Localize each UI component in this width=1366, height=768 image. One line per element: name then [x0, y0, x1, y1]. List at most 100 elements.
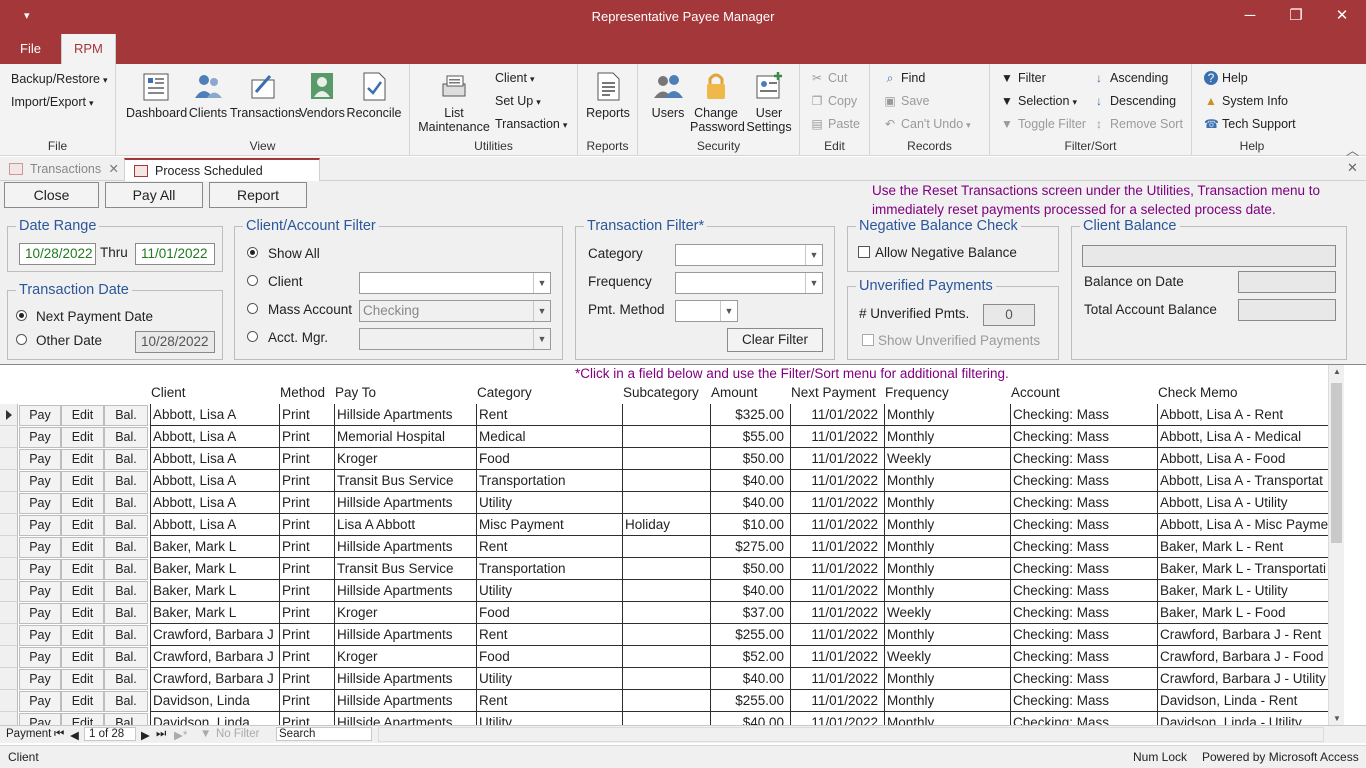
chevron-down-icon[interactable]: ▼ [805, 245, 822, 265]
cell-pay-to[interactable]: Kroger [334, 602, 476, 624]
cell-method[interactable]: Print [279, 580, 334, 602]
cell-subcategory[interactable] [622, 712, 710, 725]
filter-button[interactable]: ▼ Filter [1000, 71, 1046, 85]
cell-next-payment[interactable]: 11/01/2022 [790, 624, 884, 646]
cell-next-payment[interactable]: 11/01/2022 [790, 404, 884, 426]
cell-pay-to[interactable]: Hillside Apartments [334, 668, 476, 690]
edit-row-button[interactable]: Edit [61, 471, 104, 492]
record-selector[interactable] [0, 492, 18, 514]
cell-pay-to[interactable]: Hillside Apartments [334, 580, 476, 602]
bal-row-button[interactable]: Bal. [104, 559, 148, 580]
cell-client[interactable]: Crawford, Barbara J [150, 624, 279, 646]
cell-account[interactable]: Checking: Mass [1010, 404, 1157, 426]
edit-row-button[interactable]: Edit [61, 515, 104, 536]
column-header-pay-to[interactable]: Pay To [335, 385, 376, 400]
cell-pay-to[interactable]: Lisa A Abbott [334, 514, 476, 536]
cell-method[interactable]: Print [279, 514, 334, 536]
edit-row-button[interactable]: Edit [61, 713, 104, 725]
cell-subcategory[interactable] [622, 470, 710, 492]
cell-account[interactable]: Checking: Mass [1010, 646, 1157, 668]
record-selector[interactable] [0, 514, 18, 536]
frequency-combo[interactable]: ▼ [675, 272, 823, 294]
column-header-category[interactable]: Category [477, 385, 532, 400]
cell-frequency[interactable]: Monthly [884, 492, 1010, 514]
tab-rpm[interactable]: RPM [61, 34, 116, 64]
cell-frequency[interactable]: Monthly [884, 558, 1010, 580]
cell-amount[interactable]: $50.00 [710, 448, 790, 470]
edit-row-button[interactable]: Edit [61, 691, 104, 712]
cell-account[interactable]: Checking: Mass [1010, 492, 1157, 514]
cell-frequency[interactable]: Weekly [884, 646, 1010, 668]
cell-amount[interactable]: $255.00 [710, 624, 790, 646]
cell-client[interactable]: Baker, Mark L [150, 558, 279, 580]
pay-row-button[interactable]: Pay [19, 537, 61, 558]
column-header-check-memo[interactable]: Check Memo [1158, 385, 1238, 400]
cell-account[interactable]: Checking: Mass [1010, 690, 1157, 712]
cell-subcategory[interactable] [622, 404, 710, 426]
cell-category[interactable]: Rent [476, 536, 622, 558]
bal-row-button[interactable]: Bal. [104, 691, 148, 712]
date-to-field[interactable]: 11/01/2022 [135, 243, 215, 265]
selection-button[interactable]: ▼ Selection ▾ [1000, 94, 1077, 108]
pay-all-button[interactable]: Pay All [105, 182, 203, 208]
bal-row-button[interactable]: Bal. [104, 603, 148, 624]
cell-category[interactable]: Food [476, 602, 622, 624]
cell-category[interactable]: Food [476, 448, 622, 470]
tab-file[interactable]: File [8, 34, 53, 64]
column-header-method[interactable]: Method [280, 385, 325, 400]
cell-subcategory[interactable] [622, 646, 710, 668]
record-selector[interactable] [0, 448, 18, 470]
edit-row-button[interactable]: Edit [61, 669, 104, 690]
setup-menu-button[interactable]: Set Up ▾ [495, 94, 541, 108]
users-button[interactable]: Users [646, 70, 690, 120]
import-export-button[interactable]: Import/Export ▾ [11, 95, 94, 109]
cell-method[interactable]: Print [279, 712, 334, 725]
client-combo[interactable]: ▼ [359, 272, 551, 294]
list-maintenance-button[interactable]: List Maintenance [416, 70, 492, 134]
cell-frequency[interactable]: Weekly [884, 448, 1010, 470]
edit-row-button[interactable]: Edit [61, 625, 104, 646]
mass-account-combo[interactable]: Checking ▼ [359, 300, 551, 322]
cell-amount[interactable]: $40.00 [710, 492, 790, 514]
restore-icon[interactable]: ❐ [1273, 6, 1319, 28]
record-selector[interactable] [0, 602, 18, 624]
cell-client[interactable]: Abbott, Lisa A [150, 404, 279, 426]
scroll-thumb[interactable] [1331, 383, 1342, 543]
cell-pay-to[interactable]: Hillside Apartments [334, 712, 476, 725]
cell-subcategory[interactable] [622, 426, 710, 448]
cell-account[interactable]: Checking: Mass [1010, 426, 1157, 448]
pay-row-button[interactable]: Pay [19, 405, 61, 426]
last-record-icon[interactable]: ⏭ [156, 728, 166, 741]
cell-next-payment[interactable]: 11/01/2022 [790, 426, 884, 448]
cell-frequency[interactable]: Monthly [884, 624, 1010, 646]
bal-row-button[interactable]: Bal. [104, 405, 148, 426]
cell-next-payment[interactable]: 11/01/2022 [790, 514, 884, 536]
cell-account[interactable]: Checking: Mass [1010, 602, 1157, 624]
cell-category[interactable]: Transportation [476, 558, 622, 580]
undo-button[interactable]: ↶ Can't Undo ▾ [883, 117, 971, 131]
record-selector[interactable] [0, 470, 18, 492]
cell-category[interactable]: Rent [476, 404, 622, 426]
pay-row-button[interactable]: Pay [19, 625, 61, 646]
record-selector[interactable] [0, 426, 18, 448]
cell-method[interactable]: Print [279, 470, 334, 492]
cell-subcategory[interactable] [622, 624, 710, 646]
new-record-icon[interactable]: ▶* [174, 728, 187, 742]
edit-row-button[interactable]: Edit [61, 427, 104, 448]
cell-method[interactable]: Print [279, 646, 334, 668]
cell-next-payment[interactable]: 11/01/2022 [790, 558, 884, 580]
cell-client[interactable]: Abbott, Lisa A [150, 492, 279, 514]
cell-method[interactable]: Print [279, 602, 334, 624]
acct-mgr-combo[interactable]: ▼ [359, 328, 551, 350]
record-selector[interactable] [0, 580, 18, 602]
cell-category[interactable]: Rent [476, 690, 622, 712]
cell-pay-to[interactable]: Hillside Apartments [334, 492, 476, 514]
pay-row-button[interactable]: Pay [19, 581, 61, 602]
cell-next-payment[interactable]: 11/01/2022 [790, 602, 884, 624]
cell-client[interactable]: Crawford, Barbara J [150, 646, 279, 668]
report-button[interactable]: Report [209, 182, 307, 208]
pay-row-button[interactable]: Pay [19, 515, 61, 536]
cell-category[interactable]: Utility [476, 712, 622, 725]
pay-row-button[interactable]: Pay [19, 647, 61, 668]
cell-category[interactable]: Food [476, 646, 622, 668]
